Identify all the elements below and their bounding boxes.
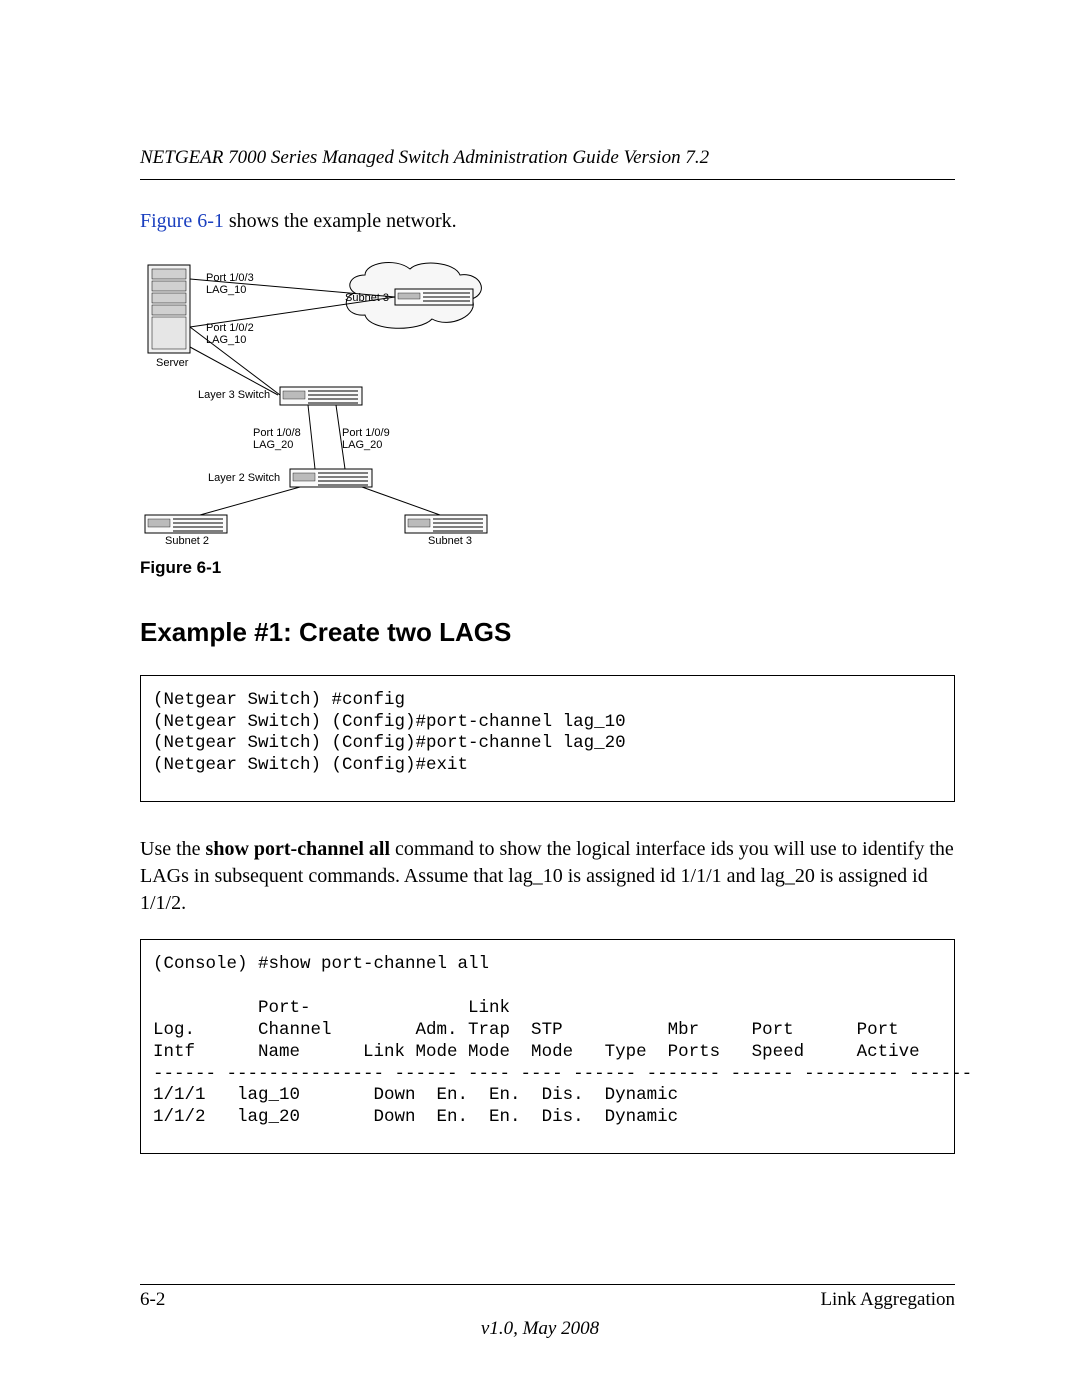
diagram-label-l3-switch: Layer 3 Switch <box>198 389 270 402</box>
figure-reference-link[interactable]: Figure 6-1 <box>140 210 224 232</box>
command-name-bold: show port-channel all <box>206 838 390 860</box>
diagram-label-subnet2: Subnet 2 <box>165 535 209 548</box>
figure-caption: Figure 6-1 <box>140 557 955 580</box>
network-diagram: Port 1/0/3 LAG_10 Port 1/0/2 LAG_10 Subn… <box>140 257 510 547</box>
diagram-svg <box>140 257 510 547</box>
running-header: NETGEAR 7000 Series Managed Switch Admin… <box>140 145 955 180</box>
code-block-config: (Netgear Switch) #config (Netgear Switch… <box>140 675 955 803</box>
page-number: 6-2 <box>140 1287 165 1313</box>
code-block-show-output: (Console) #show port-channel all Port- L… <box>140 939 955 1154</box>
version-footer: v1.0, May 2008 <box>0 1316 1080 1342</box>
footer-rule <box>140 1284 955 1285</box>
document-page: NETGEAR 7000 Series Managed Switch Admin… <box>0 0 1080 1397</box>
diagram-label-port-103: Port 1/0/3 LAG_10 <box>206 272 254 297</box>
explanation-paragraph: Use the show port-channel all command to… <box>140 836 955 917</box>
diagram-label-l2-switch: Layer 2 Switch <box>208 472 280 485</box>
diagram-label-subnet3-bottom: Subnet 3 <box>428 535 472 548</box>
diagram-label-port-102: Port 1/0/2 LAG_10 <box>206 322 254 347</box>
intro-text: shows the example network. <box>224 210 457 232</box>
diagram-label-port-108: Port 1/0/8 LAG_20 <box>253 427 301 452</box>
diagram-label-server: Server <box>156 357 188 370</box>
para-pre: Use the <box>140 838 206 860</box>
diagram-label-port-109: Port 1/0/9 LAG_20 <box>342 427 390 452</box>
section-heading: Example #1: Create two LAGS <box>140 615 955 650</box>
section-title-footer: Link Aggregation <box>820 1287 955 1313</box>
intro-paragraph: Figure 6-1 shows the example network. <box>140 208 955 235</box>
diagram-label-subnet3-cloud: Subnet 3 <box>345 292 389 305</box>
